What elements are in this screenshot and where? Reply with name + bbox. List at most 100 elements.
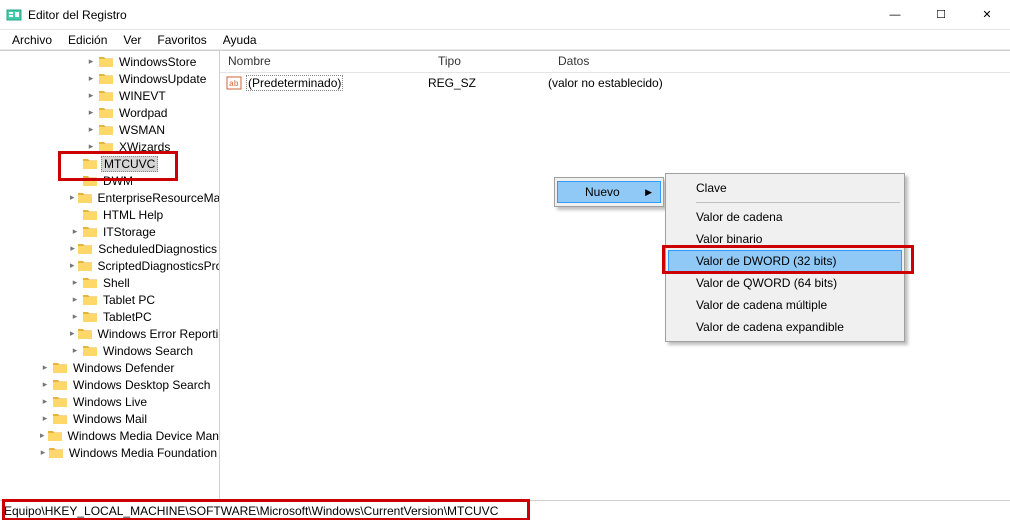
chevron-icon[interactable]: ▸ bbox=[40, 380, 50, 390]
submenu-multiple[interactable]: Valor de cadena múltiple bbox=[668, 294, 902, 316]
tree-item[interactable]: ▸ HTML Help bbox=[0, 206, 219, 223]
chevron-icon[interactable]: ▸ bbox=[70, 329, 75, 339]
chevron-icon[interactable]: ▸ bbox=[40, 363, 50, 373]
column-name[interactable]: Nombre bbox=[220, 51, 430, 72]
tree-item-label: EnterpriseResourceManager bbox=[96, 191, 220, 205]
folder-icon bbox=[52, 378, 68, 392]
tree-item-label: ITStorage bbox=[101, 225, 158, 239]
tree-item[interactable]: ▸ Windows Live bbox=[0, 393, 219, 410]
tree-item[interactable]: ▸ Windows Media Foundation bbox=[0, 444, 219, 461]
chevron-icon[interactable]: ▸ bbox=[70, 295, 80, 305]
highlight-mtcuvc bbox=[58, 151, 178, 181]
tree-item[interactable]: ▸ Windows Desktop Search bbox=[0, 376, 219, 393]
folder-icon bbox=[82, 310, 98, 324]
folder-icon bbox=[48, 446, 64, 460]
tree-item-label: Windows Defender bbox=[71, 361, 176, 375]
minimize-button[interactable]: — bbox=[872, 0, 918, 29]
tree-item[interactable]: ▸ WindowsUpdate bbox=[0, 70, 219, 87]
chevron-icon[interactable]: ▸ bbox=[40, 448, 46, 458]
content-area: ▸ WindowsStore▸ WindowsUpdate▸ WINEVT▸ W… bbox=[0, 50, 1010, 500]
folder-icon bbox=[47, 429, 63, 443]
chevron-icon[interactable]: ▸ bbox=[70, 278, 80, 288]
tree-item[interactable]: ▸ Windows Mail bbox=[0, 410, 219, 427]
submenu-expandible[interactable]: Valor de cadena expandible bbox=[668, 316, 902, 338]
folder-icon bbox=[82, 276, 98, 290]
menu-archivo[interactable]: Archivo bbox=[4, 31, 60, 49]
tree-item-label: Windows Desktop Search bbox=[71, 378, 212, 392]
folder-icon bbox=[77, 327, 93, 341]
chevron-icon[interactable]: ▸ bbox=[40, 431, 45, 441]
column-type[interactable]: Tipo bbox=[430, 51, 550, 72]
tree-item[interactable]: ▸ ScriptedDiagnosticsProvider bbox=[0, 257, 219, 274]
menu-ayuda[interactable]: Ayuda bbox=[215, 31, 265, 49]
column-data[interactable]: Datos bbox=[550, 51, 1010, 72]
submenu-cadena[interactable]: Valor de cadena bbox=[668, 206, 902, 228]
string-value-icon: ab bbox=[226, 76, 242, 90]
tree-item[interactable]: ▸ Wordpad bbox=[0, 104, 219, 121]
tree-item-label: Windows Live bbox=[71, 395, 149, 409]
chevron-icon[interactable]: ▸ bbox=[70, 193, 75, 203]
tree-item[interactable]: ▸ WINEVT bbox=[0, 87, 219, 104]
tree-panel[interactable]: ▸ WindowsStore▸ WindowsUpdate▸ WINEVT▸ W… bbox=[0, 51, 220, 500]
tree-item[interactable]: ▸ Windows Search bbox=[0, 342, 219, 359]
menu-edicion[interactable]: Edición bbox=[60, 31, 115, 49]
menu-nuevo-label: Nuevo bbox=[585, 185, 620, 199]
tree-item[interactable]: ▸ EnterpriseResourceManager bbox=[0, 189, 219, 206]
tree-item[interactable]: ▸ TabletPC bbox=[0, 308, 219, 325]
chevron-icon[interactable]: ▸ bbox=[70, 261, 75, 271]
tree-item[interactable]: ▸ Windows Media Device Manager bbox=[0, 427, 219, 444]
tree-item[interactable]: ▸ Tablet PC bbox=[0, 291, 219, 308]
folder-icon bbox=[98, 106, 114, 120]
tree-item[interactable]: ▸ Windows Error Reporting bbox=[0, 325, 219, 342]
chevron-icon[interactable]: ▸ bbox=[70, 312, 80, 322]
window-controls: — ☐ ✕ bbox=[872, 0, 1010, 29]
chevron-icon[interactable]: ▸ bbox=[86, 142, 96, 152]
menu-nuevo[interactable]: Nuevo ▶ bbox=[557, 181, 661, 203]
folder-icon bbox=[77, 259, 93, 273]
chevron-icon[interactable]: ▸ bbox=[70, 346, 80, 356]
tree-item-label: Tablet PC bbox=[101, 293, 157, 307]
tree-item[interactable]: ▸ WSMAN bbox=[0, 121, 219, 138]
chevron-right-icon: ▶ bbox=[645, 187, 652, 198]
key-tree: ▸ WindowsStore▸ WindowsUpdate▸ WINEVT▸ W… bbox=[0, 53, 219, 461]
tree-item[interactable]: ▸ Shell bbox=[0, 274, 219, 291]
chevron-icon[interactable]: ▸ bbox=[86, 125, 96, 135]
chevron-icon[interactable]: ▸ bbox=[86, 74, 96, 84]
tree-item-label: WINEVT bbox=[117, 89, 168, 103]
tree-item-label: WindowsStore bbox=[117, 55, 198, 69]
tree-item-label: Shell bbox=[101, 276, 132, 290]
chevron-icon[interactable]: ▸ bbox=[40, 414, 50, 424]
tree-item[interactable]: ▸ WindowsStore bbox=[0, 53, 219, 70]
tree-item-label: Windows Media Device Manager bbox=[66, 429, 220, 443]
close-button[interactable]: ✕ bbox=[964, 0, 1010, 29]
value-row[interactable]: ab (Predeterminado)REG_SZ(valor no estab… bbox=[220, 73, 1010, 93]
chevron-icon[interactable]: ▸ bbox=[86, 91, 96, 101]
tree-item[interactable]: ▸ ScheduledDiagnostics bbox=[0, 240, 219, 257]
folder-icon bbox=[82, 293, 98, 307]
regedit-icon bbox=[6, 7, 22, 23]
tree-item[interactable]: ▸ Windows Defender bbox=[0, 359, 219, 376]
menu-ver[interactable]: Ver bbox=[115, 31, 149, 49]
tree-item[interactable]: ▸ ITStorage bbox=[0, 223, 219, 240]
submenu-dword[interactable]: Valor de DWORD (32 bits) bbox=[668, 250, 902, 272]
chevron-icon[interactable]: ▸ bbox=[70, 227, 80, 237]
tree-item-label: TabletPC bbox=[101, 310, 154, 324]
maximize-button[interactable]: ☐ bbox=[918, 0, 964, 29]
svg-text:ab: ab bbox=[229, 80, 239, 89]
list-header: Nombre Tipo Datos bbox=[220, 51, 1010, 73]
menu-favoritos[interactable]: Favoritos bbox=[149, 31, 214, 49]
submenu-clave[interactable]: Clave bbox=[668, 177, 902, 199]
folder-icon bbox=[98, 123, 114, 137]
folder-icon bbox=[98, 72, 114, 86]
chevron-icon[interactable]: ▸ bbox=[70, 244, 75, 254]
tree-item-label: HTML Help bbox=[101, 208, 165, 222]
chevron-icon[interactable]: ▸ bbox=[86, 108, 96, 118]
menubar: Archivo Edición Ver Favoritos Ayuda bbox=[0, 30, 1010, 50]
list-body[interactable]: ab (Predeterminado)REG_SZ(valor no estab… bbox=[220, 73, 1010, 500]
submenu-qword[interactable]: Valor de QWORD (64 bits) bbox=[668, 272, 902, 294]
submenu-binario[interactable]: Valor binario bbox=[668, 228, 902, 250]
window-title: Editor del Registro bbox=[28, 8, 872, 22]
chevron-icon[interactable]: ▸ bbox=[40, 397, 50, 407]
chevron-icon[interactable]: ▸ bbox=[86, 57, 96, 67]
tree-item-label: Windows Search bbox=[101, 344, 195, 358]
